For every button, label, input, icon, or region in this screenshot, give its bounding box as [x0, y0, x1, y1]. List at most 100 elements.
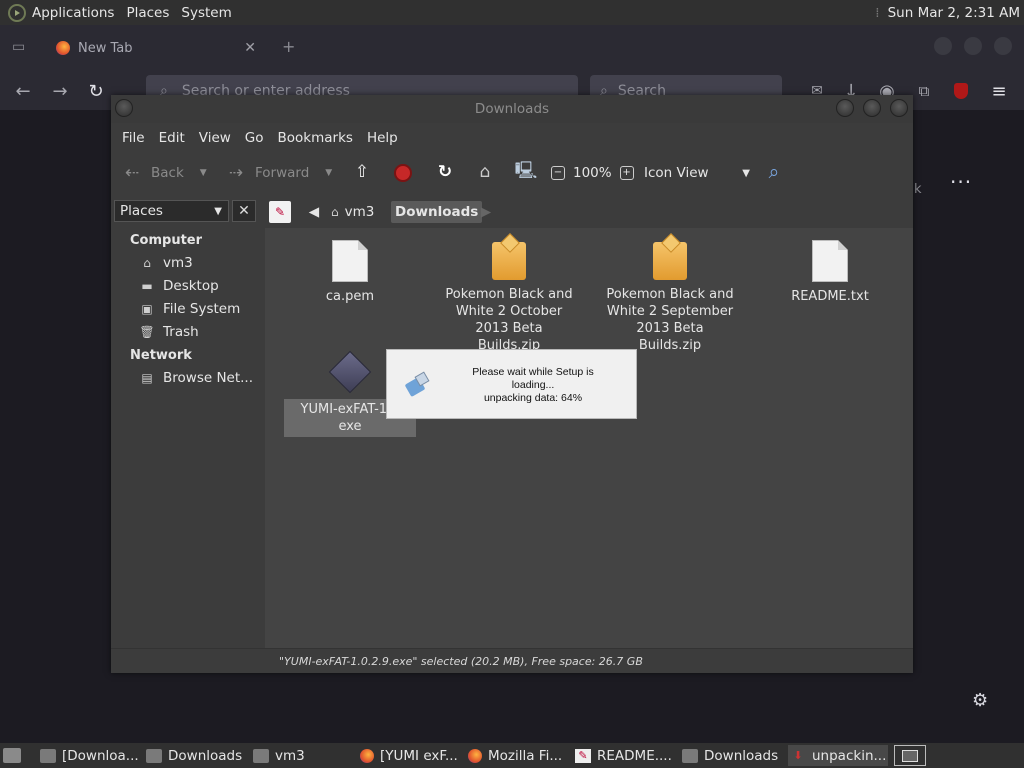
menubar: File Edit View Go Bookmarks Help [111, 123, 913, 153]
taskbar-item[interactable]: ⬇ unpackin... [788, 745, 888, 766]
sidebar-heading-computer: Computer [130, 233, 203, 248]
computer-icon[interactable]: 🖳 [515, 161, 538, 183]
stop-icon[interactable] [394, 161, 412, 185]
path-scroll-left-button[interactable]: ◀ [305, 201, 323, 223]
minimize-icon[interactable] [836, 99, 854, 117]
view-mode-select[interactable]: Icon View ▼ [644, 161, 750, 185]
window-menu-icon[interactable] [115, 99, 133, 117]
minimize-icon[interactable] [934, 37, 952, 55]
sidebar-item-browse-network[interactable]: ▤ Browse Net... [139, 370, 253, 386]
taskbar-item[interactable]: ✎ README.... [575, 745, 675, 766]
forward-arrow-icon: ⇢ [228, 163, 244, 183]
taskbar-item[interactable]: Mozilla Fi... [468, 745, 570, 766]
browser-tab[interactable]: New Tab ✕ [44, 33, 268, 63]
home-folder-icon: ⌂ [143, 256, 151, 270]
menu-help[interactable]: Help [360, 130, 405, 146]
search-icon[interactable]: ⌕ [763, 161, 785, 183]
taskbar-item[interactable]: [YUMI exF... [360, 745, 465, 766]
system-menu[interactable]: System [175, 0, 237, 25]
up-icon[interactable]: ⇧ [351, 161, 373, 183]
places-menu[interactable]: Places [120, 0, 175, 25]
close-icon[interactable] [890, 99, 908, 117]
zoom-in-icon[interactable]: + [619, 166, 634, 180]
ublock-icon[interactable] [950, 80, 972, 102]
partial-text: k [914, 182, 922, 197]
file-item[interactable]: README.txt [764, 240, 896, 305]
workspace-switcher[interactable] [894, 745, 926, 766]
reload-icon[interactable]: ↻ [85, 80, 107, 102]
close-tab-icon[interactable]: ✕ [244, 40, 256, 56]
extensions-icon[interactable]: ⧉ [913, 80, 935, 102]
menu-view[interactable]: View [192, 130, 238, 146]
dialog-message: Please wait while Setup is loading... un… [453, 366, 613, 405]
breadcrumb-downloads[interactable]: Downloads [391, 201, 483, 223]
reload-icon[interactable]: ↻ [434, 161, 456, 183]
file-item[interactable]: Pokemon Black and White 2 September 2013… [604, 240, 736, 354]
back-button[interactable]: ⇠ Back ▼ [121, 161, 207, 185]
taskbar-item-label: Downloads [704, 747, 779, 764]
window-titlebar[interactable]: Downloads [111, 95, 913, 123]
maximize-icon[interactable] [964, 37, 982, 55]
taskbar-item[interactable]: [Downloa... [40, 745, 140, 766]
sidebar: Places ▼ ✕ Computer ⌂ vm3 ▬ Desktop ▣ Fi… [111, 194, 261, 648]
sidebar-item-trash[interactable]: 🗑 Trash [139, 324, 199, 340]
browser-tabbar: ▭ New Tab ✕ + [0, 25, 1024, 71]
file-item[interactable]: ca.pem [284, 240, 416, 305]
sidebar-item-vm3[interactable]: ⌂ vm3 [139, 255, 193, 271]
menu-icon[interactable]: ≡ [988, 80, 1010, 102]
forward-arrow-icon[interactable]: → [49, 80, 71, 102]
menu-go[interactable]: Go [238, 130, 271, 146]
taskbar: [Downloa... Downloads vm3 [YUMI exF... M… [0, 743, 1024, 768]
back-arrow-icon[interactable]: ← [12, 80, 34, 102]
path-scroll-right-button[interactable]: ▶ [477, 201, 495, 223]
menu-file[interactable]: File [115, 130, 152, 146]
chevron-down-icon: ▼ [742, 167, 750, 179]
folder-icon [682, 748, 698, 763]
close-icon[interactable] [994, 37, 1012, 55]
clock[interactable]: Sun Mar 2, 2:31 AM [888, 5, 1020, 21]
sidebar-item-file-system[interactable]: ▣ File System [139, 301, 240, 317]
gear-icon[interactable]: ⚙ [972, 690, 988, 711]
zoom-control[interactable]: − 100% + [551, 161, 634, 185]
toolbar: ⇠ Back ▼ ⇢ Forward ▼ ⇧ ↻ ⌂ 🖳 − 100% + Ic… [111, 153, 913, 193]
home-icon[interactable]: ⌂ [474, 161, 496, 183]
distro-logo-icon[interactable] [8, 3, 26, 22]
menu-edit[interactable]: Edit [152, 130, 192, 146]
dialog-line: Please wait while Setup is [472, 366, 594, 378]
close-sidebar-button[interactable]: ✕ [232, 200, 256, 222]
more-options-icon[interactable]: ··· [950, 170, 972, 194]
breadcrumb-label: Downloads [395, 204, 479, 220]
chevron-down-icon[interactable]: ▼ [325, 168, 332, 178]
maximize-icon[interactable] [863, 99, 881, 117]
taskbar-item[interactable]: Downloads [682, 745, 782, 766]
menu-bookmarks[interactable]: Bookmarks [271, 130, 360, 146]
edit-location-button[interactable]: ✎ [269, 201, 291, 223]
show-desktop-icon[interactable] [3, 748, 21, 763]
sidebar-selector[interactable]: Places ▼ [114, 200, 229, 222]
firefox-view-icon[interactable]: ▭ [12, 39, 25, 55]
folder-icon [146, 748, 162, 763]
new-tab-icon[interactable]: + [282, 37, 295, 56]
forward-button[interactable]: ⇢ Forward ▼ [225, 161, 332, 185]
applications-menu[interactable]: Applications [26, 0, 120, 25]
window-icon [902, 749, 918, 762]
back-arrow-icon: ⇠ [124, 163, 140, 183]
sidebar-item-desktop[interactable]: ▬ Desktop [139, 278, 218, 294]
archive-icon [492, 242, 526, 280]
setup-loading-dialog: Please wait while Setup is loading... un… [386, 349, 637, 419]
view-mode-label: Icon View [644, 165, 709, 181]
taskbar-item-label: [Downloa... [62, 747, 139, 764]
executable-icon [328, 350, 372, 394]
archive-icon [653, 242, 687, 280]
sidebar-item-label: vm3 [163, 255, 193, 271]
file-label: Pokemon Black and White 2 October 2013 B… [445, 287, 573, 353]
home-folder-icon: ⌂ [331, 205, 339, 219]
taskbar-item[interactable]: vm3 [253, 745, 353, 766]
file-item[interactable]: Pokemon Black and White 2 October 2013 B… [443, 240, 575, 354]
zoom-out-icon[interactable]: − [551, 166, 565, 180]
chevron-down-icon[interactable]: ▼ [200, 168, 207, 178]
back-label: Back [151, 165, 184, 181]
sidebar-item-label: Trash [163, 324, 199, 340]
breadcrumb-vm3[interactable]: ⌂ vm3 [331, 201, 374, 223]
taskbar-item[interactable]: Downloads [146, 745, 246, 766]
